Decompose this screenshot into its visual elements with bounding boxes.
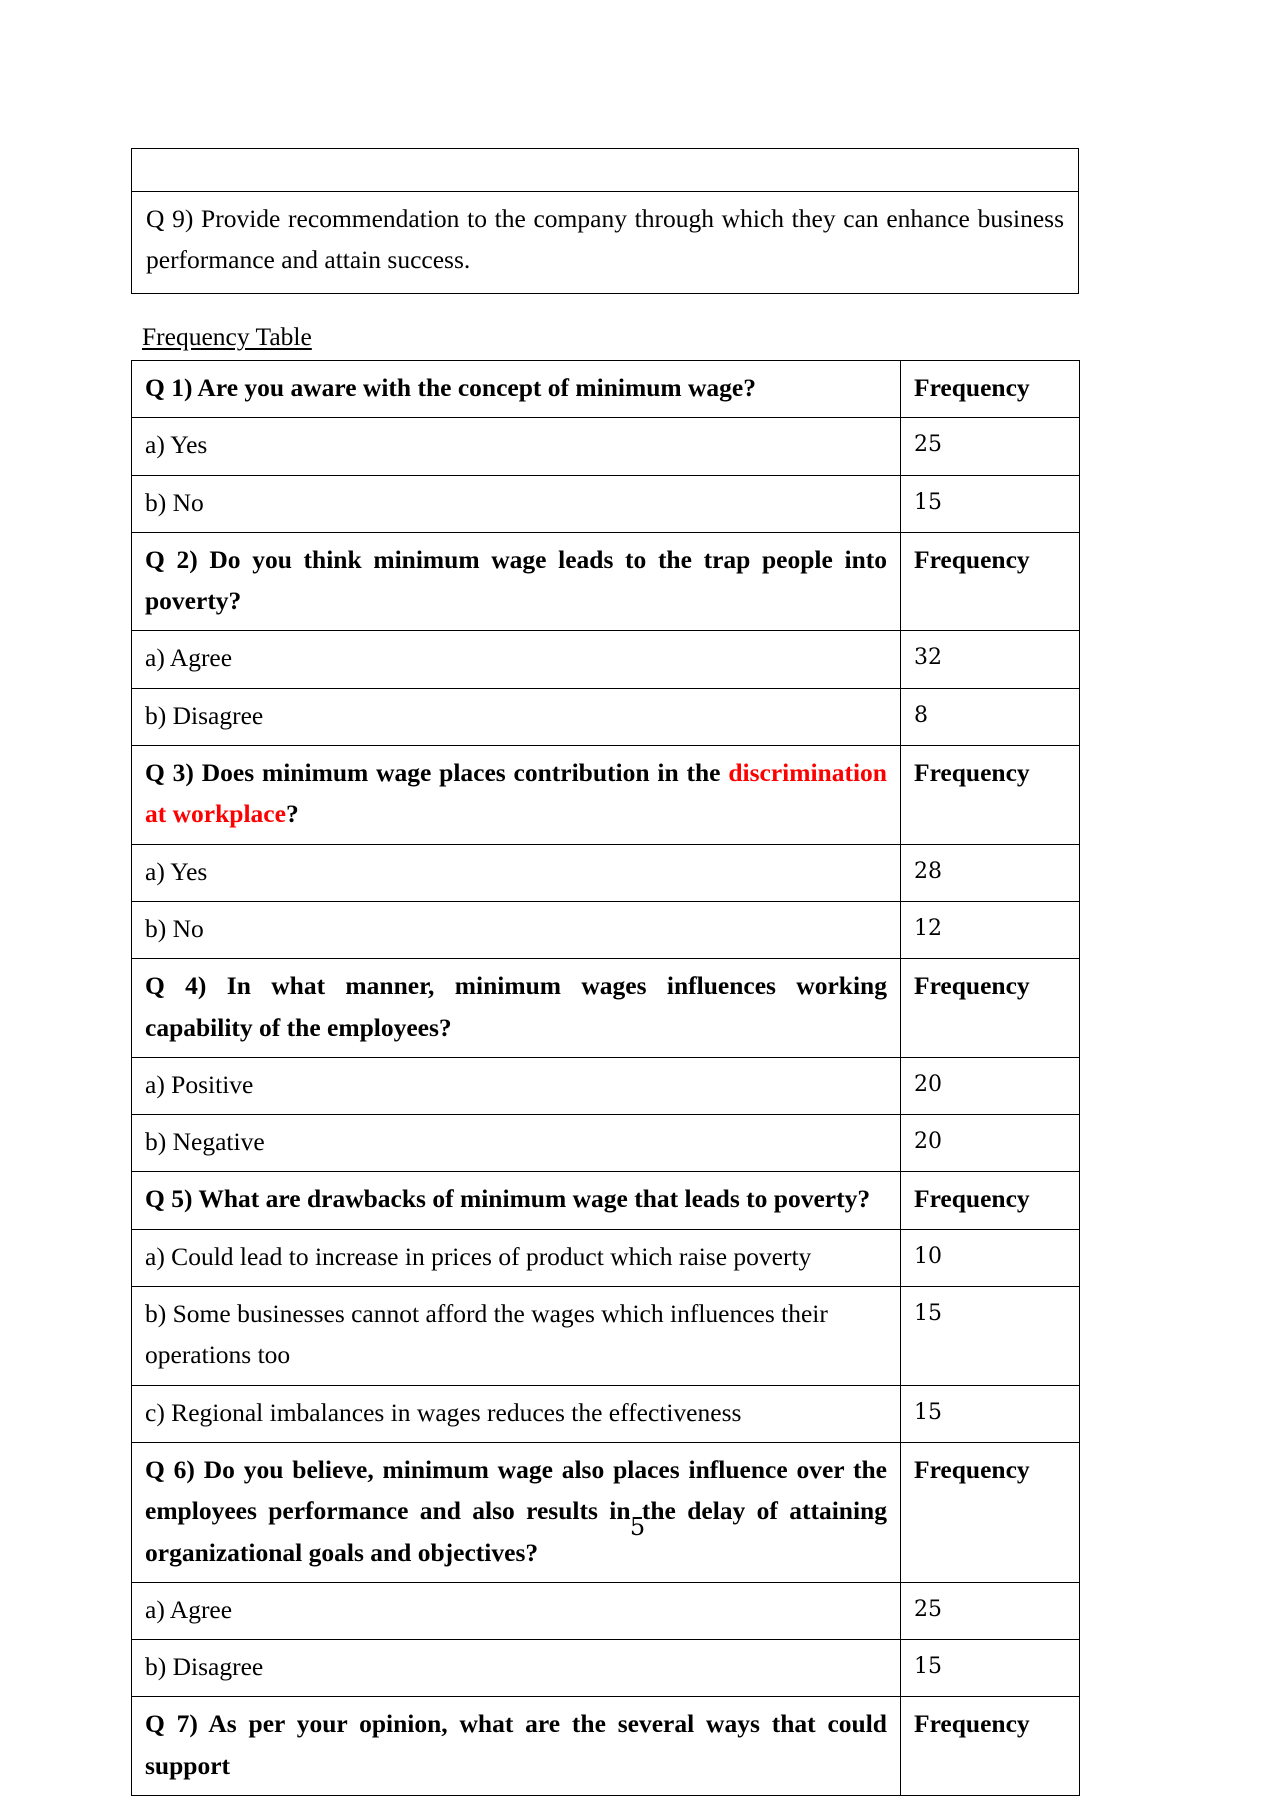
option-cell: b) Negative xyxy=(131,1114,901,1173)
option-cell: a) Yes xyxy=(131,417,901,476)
option-cell: b) Some businesses cannot afford the wag… xyxy=(131,1286,901,1386)
option-cell: a) Agree xyxy=(131,1581,901,1641)
frequency-value-cell: 25 xyxy=(900,417,1080,476)
frequency-table: Q 1) Are you aware with the concept of m… xyxy=(131,359,1080,1796)
option-cell: a) Could lead to increase in prices of p… xyxy=(131,1228,901,1288)
section-heading: Frequency Table xyxy=(142,322,312,351)
option-cell: c) Regional imbalances in wages reduces … xyxy=(131,1384,901,1443)
page-number: 5 xyxy=(629,1513,646,1541)
option-cell: a) Positive xyxy=(131,1056,901,1116)
frequency-value-cell: 28 xyxy=(900,843,1080,902)
table-row: Q 2) Do you think minimum wage leads to … xyxy=(131,531,1080,632)
table-row: a) Yes 28 xyxy=(131,843,1080,902)
frequency-header-cell: Frequency xyxy=(900,531,1080,632)
question-cell: Q 1) Are you aware with the concept of m… xyxy=(131,359,901,419)
frequency-header-cell: Frequency xyxy=(900,745,1080,845)
table-row: a) Agree 25 xyxy=(131,1581,1080,1641)
table-row: a) Could lead to increase in prices of p… xyxy=(131,1228,1080,1288)
option-cell: b) No xyxy=(131,900,901,960)
table-row: b) No 15 xyxy=(131,474,1080,533)
frequency-value-cell: 15 xyxy=(900,1639,1080,1698)
frequency-header-cell: Frequency xyxy=(900,958,1080,1058)
table-row: Q 7) As per your opinion, what are the s… xyxy=(131,1696,1080,1796)
table-row: b) Disagree 8 xyxy=(131,687,1080,747)
table-row: Q 3) Does minimum wage places contributi… xyxy=(131,745,1080,845)
frequency-value-cell: 25 xyxy=(900,1581,1080,1641)
frequency-value-cell: 12 xyxy=(900,900,1080,960)
continued-question-table: Q 9) Provide recommendation to the compa… xyxy=(131,148,1079,294)
frequency-value-cell: 8 xyxy=(900,687,1080,747)
table-row: b) Some businesses cannot afford the wag… xyxy=(131,1286,1080,1386)
question-cell: Q 5) What are drawbacks of minimum wage … xyxy=(131,1171,901,1230)
table-row: c) Regional imbalances in wages reduces … xyxy=(131,1384,1080,1443)
table-row: a) Agree 32 xyxy=(131,630,1080,689)
table-row xyxy=(131,148,1079,192)
table-row: b) Negative 20 xyxy=(131,1114,1080,1173)
question-cell: Q 3) Does minimum wage places contributi… xyxy=(131,745,901,845)
option-cell: a) Yes xyxy=(131,843,901,902)
table-row: b) No 12 xyxy=(131,900,1080,960)
frequency-header-cell: Frequency xyxy=(900,359,1080,419)
question-9-cell: Q 9) Provide recommendation to the compa… xyxy=(131,191,1079,294)
frequency-value-cell: 10 xyxy=(900,1228,1080,1288)
frequency-value-cell: 15 xyxy=(900,1384,1080,1443)
frequency-value-cell: 20 xyxy=(900,1056,1080,1116)
table-row: b) Disagree 15 xyxy=(131,1639,1080,1698)
table-row: Q 4) In what manner, minimum wages influ… xyxy=(131,958,1080,1058)
frequency-header-cell: Frequency xyxy=(900,1696,1080,1796)
frequency-value-cell: 32 xyxy=(900,630,1080,689)
frequency-value-cell: 20 xyxy=(900,1114,1080,1173)
option-cell: a) Agree xyxy=(131,630,901,689)
option-cell: b) Disagree xyxy=(131,1639,901,1698)
question-9-text: Q 9) Provide recommendation to the compa… xyxy=(146,204,1064,275)
highlighted-phrase: discrimination at workplace xyxy=(145,758,887,829)
table-row: Q 9) Provide recommendation to the compa… xyxy=(131,191,1079,294)
option-cell: b) Disagree xyxy=(131,687,901,747)
empty-cell xyxy=(131,148,1079,192)
question-cell: Q 7) As per your opinion, what are the s… xyxy=(131,1696,901,1796)
document-page: Q 9) Provide recommendation to the compa… xyxy=(0,0,1275,1796)
frequency-value-cell: 15 xyxy=(900,474,1080,533)
table-row: Q 1) Are you aware with the concept of m… xyxy=(131,359,1080,419)
question-cell: Q 4) In what manner, minimum wages influ… xyxy=(131,958,901,1058)
frequency-header-cell: Frequency xyxy=(900,1171,1080,1230)
table-row: a) Yes 25 xyxy=(131,417,1080,476)
table-row: a) Positive 20 xyxy=(131,1056,1080,1116)
question-cell: Q 2) Do you think minimum wage leads to … xyxy=(131,531,901,632)
frequency-value-cell: 15 xyxy=(900,1286,1080,1386)
option-cell: b) No xyxy=(131,474,901,533)
frequency-table-body: Q 1) Are you aware with the concept of m… xyxy=(131,359,1080,1796)
table-row: Q 5) What are drawbacks of minimum wage … xyxy=(131,1171,1080,1230)
